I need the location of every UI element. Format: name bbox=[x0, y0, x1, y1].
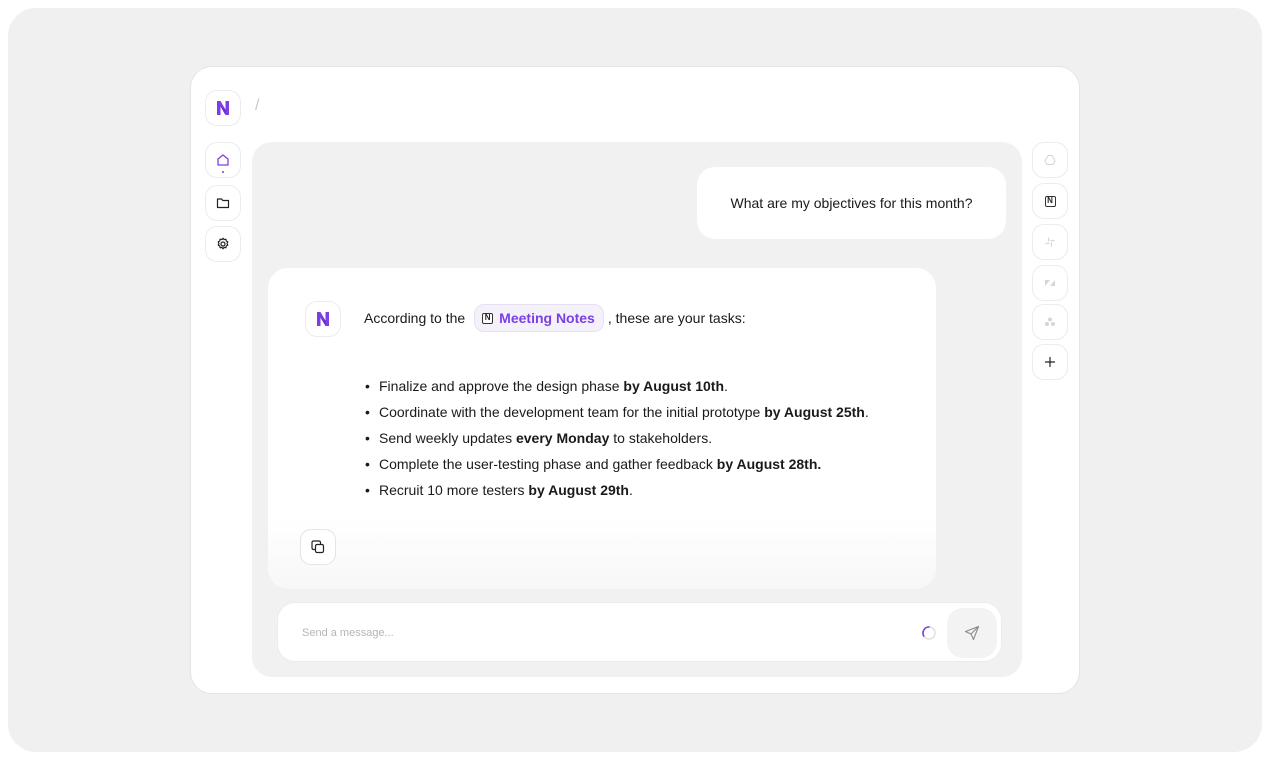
copy-button[interactable] bbox=[300, 529, 336, 565]
asana-icon bbox=[1045, 317, 1055, 326]
home-icon bbox=[217, 154, 229, 166]
user-message-text: What are my objectives for this month? bbox=[730, 195, 973, 211]
brand-n-logo-icon bbox=[217, 101, 229, 115]
app-logo[interactable] bbox=[205, 90, 241, 126]
google-drive-icon bbox=[1044, 155, 1056, 165]
add-integration-button[interactable] bbox=[1032, 344, 1068, 380]
copy-icon bbox=[311, 540, 325, 554]
gear-icon bbox=[217, 237, 229, 250]
sidebar-item-files[interactable] bbox=[205, 185, 241, 221]
task-list: • Finalize and approve the design phase b… bbox=[364, 373, 869, 503]
list-item: • Send weekly updates every Monday to sta… bbox=[365, 430, 713, 446]
integration-notion[interactable]: N bbox=[1032, 183, 1068, 219]
send-button[interactable] bbox=[947, 608, 997, 658]
notion-icon: N bbox=[1044, 195, 1056, 207]
breadcrumb-separator: / bbox=[255, 97, 260, 114]
spinner-icon bbox=[922, 626, 936, 640]
list-item: • Finalize and approve the design phase b… bbox=[365, 378, 728, 394]
active-indicator bbox=[222, 171, 224, 173]
zendesk-icon bbox=[1045, 280, 1055, 286]
list-item: • Complete the user-testing phase and gat… bbox=[365, 456, 822, 472]
source-chip-label: Meeting Notes bbox=[499, 310, 595, 326]
assistant-intro: According to the N Meeting Notes , these… bbox=[364, 304, 746, 332]
notion-icon: N bbox=[482, 312, 494, 324]
integration-zendesk[interactable] bbox=[1032, 265, 1068, 301]
intro-text-before: According to the bbox=[364, 310, 466, 326]
send-icon bbox=[964, 625, 980, 641]
list-item: • Coordinate with the development team fo… bbox=[365, 404, 869, 420]
message-input[interactable] bbox=[302, 621, 902, 645]
sidebar-item-settings[interactable] bbox=[205, 226, 241, 262]
message-composer bbox=[277, 602, 1002, 662]
slack-icon bbox=[1045, 237, 1055, 247]
sidebar-item-home[interactable] bbox=[205, 142, 241, 178]
user-message-bubble: What are my objectives for this month? bbox=[697, 167, 1006, 239]
integration-slack[interactable] bbox=[1032, 224, 1068, 260]
assistant-avatar bbox=[305, 301, 341, 337]
integration-google-drive[interactable] bbox=[1032, 142, 1068, 178]
intro-text-after: , these are your tasks: bbox=[607, 310, 746, 326]
integration-asana[interactable] bbox=[1032, 304, 1068, 340]
brand-n-logo-icon bbox=[317, 312, 329, 326]
folder-icon bbox=[216, 198, 230, 209]
plus-icon bbox=[1044, 356, 1056, 368]
list-item: • Recruit 10 more testers by August 29th. bbox=[365, 482, 633, 498]
source-chip-meeting-notes[interactable]: N Meeting Notes bbox=[474, 304, 604, 332]
